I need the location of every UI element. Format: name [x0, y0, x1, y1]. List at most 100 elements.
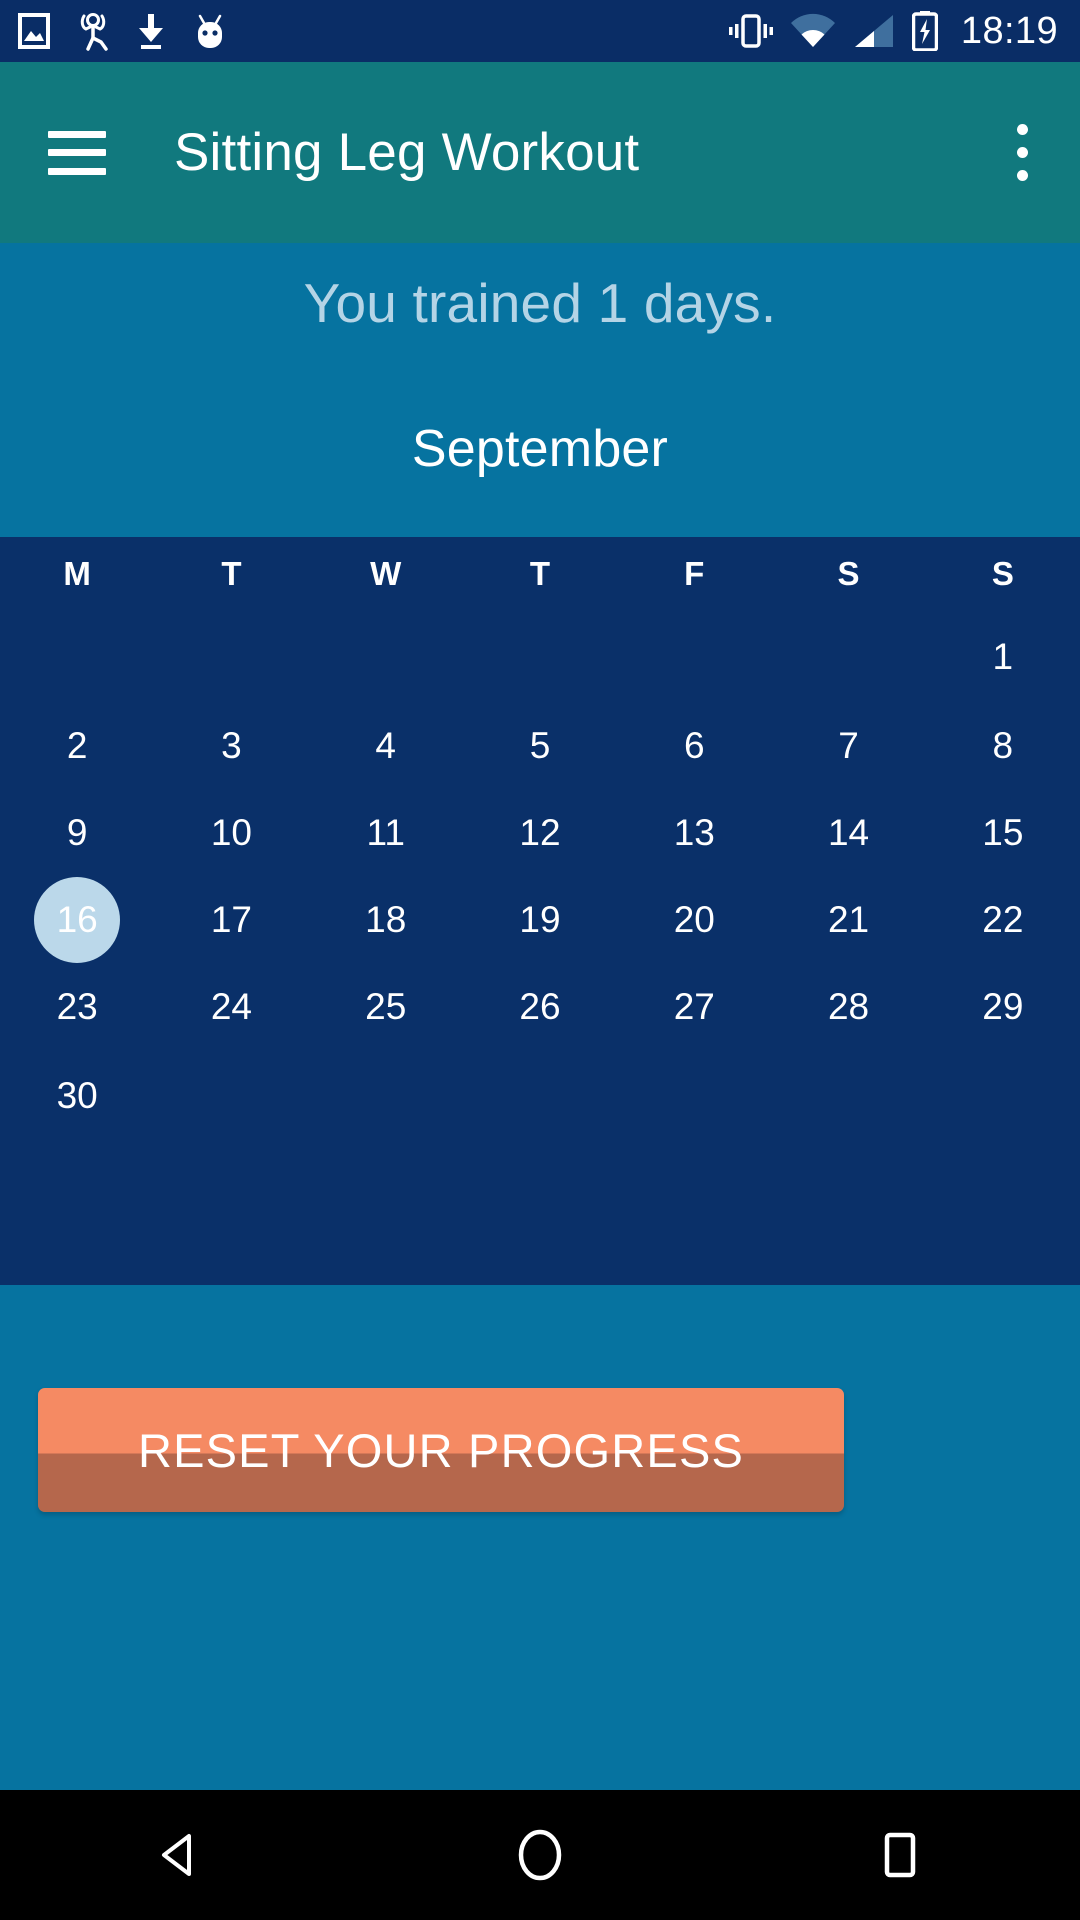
hamburger-menu-icon[interactable] [48, 130, 106, 175]
calendar-week-row: 9 10 11 12 13 14 15 [0, 789, 1080, 876]
calendar-day[interactable]: 11 [343, 790, 429, 876]
calendar-day[interactable]: 29 [960, 964, 1046, 1050]
calendar-cell[interactable]: 7 [771, 702, 925, 789]
calendar-cell[interactable]: 1 [926, 611, 1080, 702]
calendar-day[interactable]: 24 [188, 964, 274, 1050]
calendar-cell[interactable]: 17 [154, 876, 308, 963]
calendar-day[interactable]: 26 [497, 964, 583, 1050]
calendar-day[interactable]: 18 [343, 877, 429, 963]
calendar-day-selected[interactable]: 16 [34, 876, 121, 963]
calendar-day[interactable]: 12 [497, 790, 583, 876]
calendar-day[interactable]: 13 [651, 790, 737, 876]
calendar-day[interactable]: 15 [960, 790, 1046, 876]
calendar-day[interactable]: 8 [960, 703, 1046, 789]
calendar-day[interactable]: 20 [651, 877, 737, 963]
calendar-cell[interactable]: 23 [0, 963, 154, 1050]
back-triangle-icon[interactable] [120, 1795, 240, 1915]
calendar-cell[interactable]: 8 [926, 702, 1080, 789]
calendar-cell[interactable]: 28 [771, 963, 925, 1050]
calendar-cell[interactable]: 13 [617, 789, 771, 876]
battery-charging-icon [911, 11, 939, 52]
exercise-person-icon [76, 11, 110, 51]
weekday-header: S [837, 555, 860, 592]
status-bar-clock: 18:19 [960, 9, 1058, 52]
calendar-cell[interactable]: 5 [463, 702, 617, 789]
calendar-week-row: 16 17 18 19 20 21 22 [0, 876, 1080, 963]
calendar-cell[interactable]: 22 [926, 876, 1080, 963]
calendar-day[interactable]: 27 [651, 964, 737, 1050]
calendar-cell[interactable]: 29 [926, 963, 1080, 1050]
calendar-cell [309, 611, 463, 702]
calendar-cell [154, 611, 308, 702]
calendar-cell[interactable]: 3 [154, 702, 308, 789]
phone-screen: 18:19 Sitting Leg Workout You trained 1 … [0, 0, 1080, 1920]
calendar-day[interactable]: 22 [960, 877, 1046, 963]
vibrate-icon [728, 12, 773, 50]
calendar-cell[interactable]: 30 [0, 1050, 154, 1141]
calendar-day[interactable]: 14 [806, 790, 892, 876]
calendar-cell[interactable]: 10 [154, 789, 308, 876]
status-bar: 18:19 [0, 0, 1080, 62]
calendar-cell[interactable]: 24 [154, 963, 308, 1050]
page-title: Sitting Leg Workout [174, 123, 640, 182]
calendar-cell [154, 1050, 308, 1141]
calendar-day[interactable]: 21 [806, 877, 892, 963]
calendar-table: M T W T F S S 1 2 3 4 5 6 7 8 9 10 11 12 13 14 15 16 17 1… [0, 537, 1080, 1141]
calendar-day[interactable]: 19 [497, 877, 583, 963]
calendar-cell [0, 611, 154, 702]
calendar-body: 1 2 3 4 5 6 7 8 9 10 11 12 13 14 15 16 17 18 19 20 21 22 23 24 2… [0, 611, 1080, 1141]
calendar-cell[interactable]: 2 [0, 702, 154, 789]
weekday-header: F [684, 555, 705, 592]
calendar-cell[interactable]: 20 [617, 876, 771, 963]
cellular-signal-icon [853, 13, 895, 49]
calendar-weekday-header-row: M T W T F S S [0, 537, 1080, 611]
calendar-grid: M T W T F S S 1 2 3 4 5 6 7 8 9 10 11 12 13 14 15 16 17 1… [0, 537, 1080, 1285]
calendar-cell [926, 1050, 1080, 1141]
calendar-cell[interactable]: 16 [0, 876, 154, 963]
summary-header: You trained 1 days. September [0, 243, 1080, 537]
reset-progress-label: RESET YOUR PROGRESS [137, 1423, 745, 1477]
calendar-cell[interactable]: 12 [463, 789, 617, 876]
calendar-day[interactable]: 3 [188, 703, 274, 789]
calendar-cell[interactable]: 14 [771, 789, 925, 876]
recents-square-icon[interactable] [840, 1795, 960, 1915]
calendar-cell[interactable]: 19 [463, 876, 617, 963]
calendar-cell[interactable]: 15 [926, 789, 1080, 876]
calendar-day[interactable]: 7 [806, 703, 892, 789]
calendar-day[interactable]: 28 [806, 964, 892, 1050]
calendar-cell[interactable]: 21 [771, 876, 925, 963]
more-vert-icon[interactable] [994, 113, 1050, 193]
calendar-week-row: 23 24 25 26 27 28 29 [0, 963, 1080, 1050]
calendar-day[interactable]: 1 [960, 614, 1046, 700]
calendar-day[interactable]: 9 [34, 790, 120, 876]
calendar-day[interactable]: 25 [343, 964, 429, 1050]
android-mascot-icon [192, 12, 228, 50]
calendar-week-row: 30 [0, 1050, 1080, 1141]
calendar-cell[interactable]: 4 [309, 702, 463, 789]
calendar-day[interactable]: 2 [34, 703, 120, 789]
month-label: September [411, 420, 669, 478]
weekday-header: S [991, 555, 1014, 592]
weekday-header: W [370, 555, 402, 592]
calendar-cell [617, 1050, 771, 1141]
calendar-day[interactable]: 23 [34, 964, 120, 1050]
calendar-cell[interactable]: 6 [617, 702, 771, 789]
home-circle-icon[interactable] [480, 1795, 600, 1915]
weekday-header: T [221, 555, 242, 592]
calendar-cell [463, 1050, 617, 1141]
calendar-cell[interactable]: 18 [309, 876, 463, 963]
calendar-cell[interactable]: 25 [309, 963, 463, 1050]
app-bar: Sitting Leg Workout [0, 62, 1080, 243]
calendar-cell[interactable]: 26 [463, 963, 617, 1050]
calendar-day[interactable]: 4 [343, 703, 429, 789]
calendar-day[interactable]: 6 [651, 703, 737, 789]
calendar-day[interactable]: 5 [497, 703, 583, 789]
calendar-day[interactable]: 30 [34, 1053, 120, 1139]
calendar-day[interactable]: 17 [188, 877, 274, 963]
calendar-day[interactable]: 10 [188, 790, 274, 876]
calendar-week-row: 2345678 [0, 702, 1080, 789]
calendar-cell[interactable]: 11 [309, 789, 463, 876]
calendar-cell[interactable]: 9 [0, 789, 154, 876]
reset-progress-button[interactable]: RESET YOUR PROGRESS [38, 1388, 844, 1512]
calendar-cell[interactable]: 27 [617, 963, 771, 1050]
